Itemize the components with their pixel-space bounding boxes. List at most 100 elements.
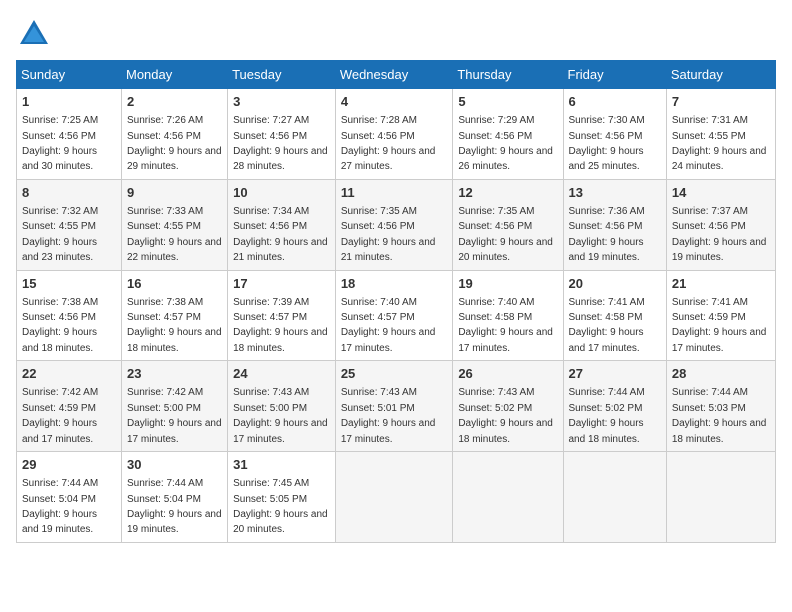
day-info: Sunrise: 7:28 AMSunset: 4:56 PMDaylight:… (341, 115, 436, 172)
calendar-week-4: 22Sunrise: 7:42 AMSunset: 4:59 PMDayligh… (17, 361, 776, 452)
header-day-saturday: Saturday (666, 61, 775, 89)
day-info: Sunrise: 7:38 AMSunset: 4:56 PMDaylight:… (22, 297, 98, 354)
day-info: Sunrise: 7:44 AMSunset: 5:03 PMDaylight:… (672, 387, 767, 444)
day-number: 20 (569, 275, 661, 293)
calendar-table: SundayMondayTuesdayWednesdayThursdayFrid… (16, 60, 776, 543)
calendar-cell: 30 Sunrise: 7:44 AMSunset: 5:04 PMDayligh… (122, 452, 228, 543)
logo (16, 16, 56, 52)
day-info: Sunrise: 7:30 AMSunset: 4:56 PMDaylight:… (569, 115, 645, 172)
day-number: 30 (127, 456, 222, 474)
day-number: 21 (672, 275, 770, 293)
calendar-week-3: 15 Sunrise: 7:38 AMSunset: 4:56 PMDayligh… (17, 270, 776, 361)
day-number: 6 (569, 93, 661, 111)
calendar-cell: 12 Sunrise: 7:35 AMSunset: 4:56 PMDayligh… (453, 179, 563, 270)
calendar-week-1: 1Sunrise: 7:25 AMSunset: 4:56 PMDaylight… (17, 89, 776, 180)
day-number: 12 (458, 184, 557, 202)
calendar-cell: 5 Sunrise: 7:29 AMSunset: 4:56 PMDaylight… (453, 89, 563, 180)
calendar-cell (453, 452, 563, 543)
day-number: 14 (672, 184, 770, 202)
day-info: Sunrise: 7:43 AMSunset: 5:00 PMDaylight:… (233, 387, 328, 444)
day-info: Sunrise: 7:35 AMSunset: 4:56 PMDaylight:… (341, 206, 436, 263)
header-day-monday: Monday (122, 61, 228, 89)
day-info: Sunrise: 7:32 AMSunset: 4:55 PMDaylight:… (22, 206, 98, 263)
calendar-cell: 18 Sunrise: 7:40 AMSunset: 4:57 PMDayligh… (335, 270, 453, 361)
day-info: Sunrise: 7:43 AMSunset: 5:02 PMDaylight:… (458, 387, 553, 444)
day-number: 27 (569, 365, 661, 383)
calendar-cell: 11 Sunrise: 7:35 AMSunset: 4:56 PMDayligh… (335, 179, 453, 270)
calendar-cell: 17 Sunrise: 7:39 AMSunset: 4:57 PMDayligh… (228, 270, 336, 361)
header (16, 16, 776, 52)
calendar-cell (563, 452, 666, 543)
day-number: 8 (22, 184, 116, 202)
day-number: 28 (672, 365, 770, 383)
day-number: 31 (233, 456, 330, 474)
calendar-cell: 2Sunrise: 7:26 AMSunset: 4:56 PMDaylight… (122, 89, 228, 180)
day-number: 13 (569, 184, 661, 202)
calendar-cell: 31 Sunrise: 7:45 AMSunset: 5:05 PMDayligh… (228, 452, 336, 543)
calendar-week-2: 8 Sunrise: 7:32 AMSunset: 4:55 PMDaylight… (17, 179, 776, 270)
day-info: Sunrise: 7:39 AMSunset: 4:57 PMDaylight:… (233, 297, 328, 354)
day-number: 26 (458, 365, 557, 383)
day-info: Sunrise: 7:42 AMSunset: 5:00 PMDaylight:… (127, 387, 222, 444)
calendar-cell: 24Sunrise: 7:43 AMSunset: 5:00 PMDayligh… (228, 361, 336, 452)
day-info: Sunrise: 7:40 AMSunset: 4:57 PMDaylight:… (341, 297, 436, 354)
calendar-cell: 19 Sunrise: 7:40 AMSunset: 4:58 PMDayligh… (453, 270, 563, 361)
day-number: 4 (341, 93, 448, 111)
day-number: 2 (127, 93, 222, 111)
day-info: Sunrise: 7:29 AMSunset: 4:56 PMDaylight:… (458, 115, 553, 172)
day-number: 23 (127, 365, 222, 383)
day-info: Sunrise: 7:27 AMSunset: 4:56 PMDaylight:… (233, 115, 328, 172)
calendar-cell: 16Sunrise: 7:38 AMSunset: 4:57 PMDayligh… (122, 270, 228, 361)
day-number: 29 (22, 456, 116, 474)
day-info: Sunrise: 7:45 AMSunset: 5:05 PMDaylight:… (233, 478, 328, 535)
calendar-cell: 14 Sunrise: 7:37 AMSunset: 4:56 PMDayligh… (666, 179, 775, 270)
logo-icon (16, 16, 52, 52)
calendar-cell: 13 Sunrise: 7:36 AMSunset: 4:56 PMDayligh… (563, 179, 666, 270)
day-number: 10 (233, 184, 330, 202)
calendar-cell: 21Sunrise: 7:41 AMSunset: 4:59 PMDayligh… (666, 270, 775, 361)
day-number: 18 (341, 275, 448, 293)
calendar-cell: 15 Sunrise: 7:38 AMSunset: 4:56 PMDayligh… (17, 270, 122, 361)
day-info: Sunrise: 7:40 AMSunset: 4:58 PMDaylight:… (458, 297, 553, 354)
calendar-cell: 8 Sunrise: 7:32 AMSunset: 4:55 PMDaylight… (17, 179, 122, 270)
calendar-cell: 23 Sunrise: 7:42 AMSunset: 5:00 PMDayligh… (122, 361, 228, 452)
day-number: 11 (341, 184, 448, 202)
header-day-friday: Friday (563, 61, 666, 89)
day-info: Sunrise: 7:36 AMSunset: 4:56 PMDaylight:… (569, 206, 645, 263)
calendar-cell: 1Sunrise: 7:25 AMSunset: 4:56 PMDaylight… (17, 89, 122, 180)
day-number: 22 (22, 365, 116, 383)
day-number: 9 (127, 184, 222, 202)
calendar-cell: 3 Sunrise: 7:27 AMSunset: 4:56 PMDaylight… (228, 89, 336, 180)
day-info: Sunrise: 7:41 AMSunset: 4:58 PMDaylight:… (569, 297, 645, 354)
day-number: 17 (233, 275, 330, 293)
header-day-tuesday: Tuesday (228, 61, 336, 89)
calendar-cell: 9Sunrise: 7:33 AMSunset: 4:55 PMDaylight… (122, 179, 228, 270)
calendar-cell: 10 Sunrise: 7:34 AMSunset: 4:56 PMDayligh… (228, 179, 336, 270)
day-info: Sunrise: 7:31 AMSunset: 4:55 PMDaylight:… (672, 115, 767, 172)
day-info: Sunrise: 7:25 AMSunset: 4:56 PMDaylight:… (22, 115, 98, 172)
calendar-cell (335, 452, 453, 543)
calendar-cell: 26 Sunrise: 7:43 AMSunset: 5:02 PMDayligh… (453, 361, 563, 452)
calendar-cell: 29Sunrise: 7:44 AMSunset: 5:04 PMDayligh… (17, 452, 122, 543)
calendar-cell: 27 Sunrise: 7:44 AMSunset: 5:02 PMDayligh… (563, 361, 666, 452)
day-info: Sunrise: 7:35 AMSunset: 4:56 PMDaylight:… (458, 206, 553, 263)
day-number: 5 (458, 93, 557, 111)
day-info: Sunrise: 7:34 AMSunset: 4:56 PMDaylight:… (233, 206, 328, 263)
day-number: 19 (458, 275, 557, 293)
header-day-sunday: Sunday (17, 61, 122, 89)
header-day-wednesday: Wednesday (335, 61, 453, 89)
day-info: Sunrise: 7:38 AMSunset: 4:57 PMDaylight:… (127, 297, 222, 354)
calendar-cell: 4 Sunrise: 7:28 AMSunset: 4:56 PMDaylight… (335, 89, 453, 180)
calendar-cell: 6 Sunrise: 7:30 AMSunset: 4:56 PMDaylight… (563, 89, 666, 180)
calendar-header: SundayMondayTuesdayWednesdayThursdayFrid… (17, 61, 776, 89)
header-day-thursday: Thursday (453, 61, 563, 89)
day-number: 3 (233, 93, 330, 111)
calendar-cell: 22Sunrise: 7:42 AMSunset: 4:59 PMDayligh… (17, 361, 122, 452)
day-info: Sunrise: 7:44 AMSunset: 5:04 PMDaylight:… (127, 478, 222, 535)
day-number: 25 (341, 365, 448, 383)
calendar-body: 1Sunrise: 7:25 AMSunset: 4:56 PMDaylight… (17, 89, 776, 543)
calendar-week-5: 29 Sunrise: 7:44 AMSunset: 5:04 PMDayligh… (17, 452, 776, 543)
day-info: Sunrise: 7:37 AMSunset: 4:56 PMDaylight:… (672, 206, 767, 263)
day-number: 15 (22, 275, 116, 293)
day-info: Sunrise: 7:44 AMSunset: 5:02 PMDaylight:… (569, 387, 645, 444)
